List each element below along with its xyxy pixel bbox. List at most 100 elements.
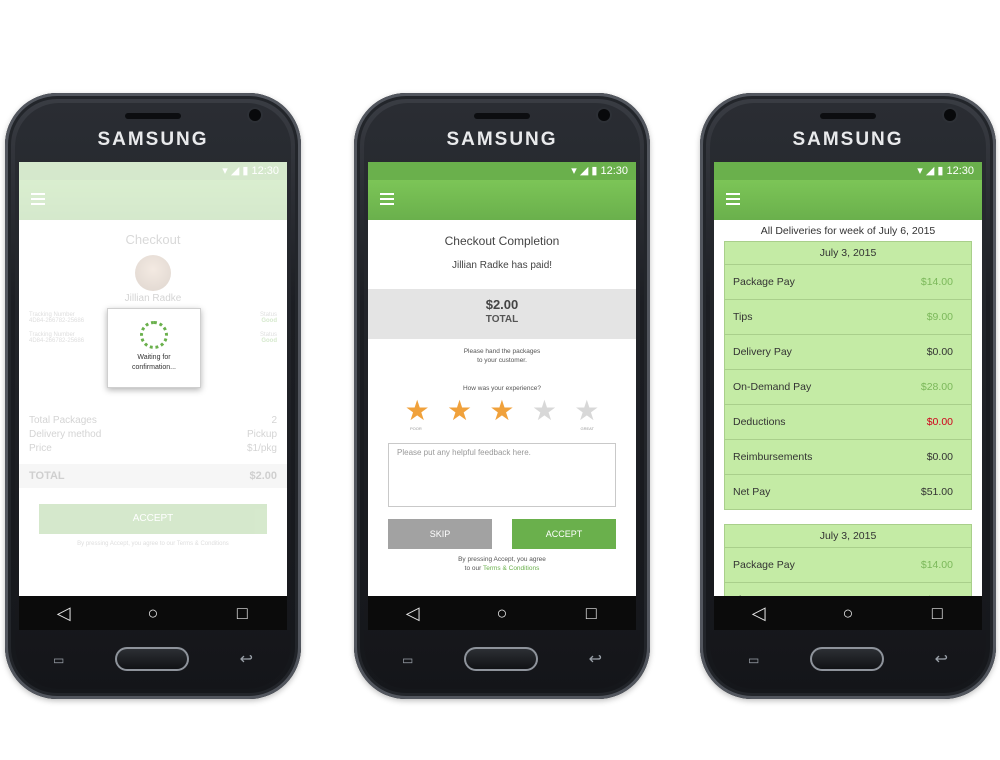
pay-row: Tips $9.00 (725, 300, 971, 335)
pay-label: Deductions (733, 416, 786, 428)
speaker-grille (820, 113, 876, 119)
hardware-home-button[interactable] (115, 647, 189, 671)
hardware-back-icon[interactable]: ↩ (589, 649, 602, 669)
summary-value: Pickup (246, 429, 277, 440)
front-camera (598, 109, 610, 121)
pay-value: $0.00 (926, 416, 953, 428)
waiting-text-line1: Waiting for (137, 354, 171, 361)
front-camera (944, 109, 956, 121)
pay-label: Tips (733, 311, 753, 323)
phone-1: SAMSUNG ▾ ◢ ▮ 12:30 Checkout Jillian Rad… (5, 93, 301, 699)
hardware-menu-icon[interactable]: ▭ (402, 653, 422, 667)
back-triangle-icon[interactable]: ◁ (393, 603, 433, 624)
status-bar: ▾ ◢ ▮ 12:30 (368, 162, 636, 180)
hardware-keys: ▭ ↩ (700, 639, 996, 679)
total-label: TOTAL (29, 470, 65, 482)
pay-value: $14.00 (920, 276, 953, 288)
terms-line1: By pressing Accept, you agree (458, 556, 546, 563)
star-high-label: GREAT (580, 426, 594, 431)
status-time: 12:30 (600, 165, 628, 177)
card-date: July 3, 2015 (725, 242, 971, 265)
accept-button[interactable]: ACCEPT (512, 519, 616, 549)
page-title: Checkout (125, 232, 181, 247)
pay-value: $0.00 (926, 451, 953, 463)
recents-square-icon[interactable]: □ (571, 603, 611, 624)
total-row: TOTAL $2.00 (19, 464, 287, 488)
skip-button[interactable]: SKIP (388, 519, 492, 549)
hamburger-menu-icon[interactable] (380, 193, 394, 205)
paid-message: Jillian Radke has paid! (451, 260, 553, 271)
hardware-back-icon[interactable]: ↩ (240, 649, 253, 669)
summary-list: Total Packages 2 Delivery method Pickup Pr… (19, 414, 287, 456)
hardware-keys: ▭ ↩ (5, 639, 301, 679)
star-rating: ★ ★ ★ ★ ★ (368, 396, 636, 426)
back-triangle-icon[interactable]: ◁ (739, 603, 779, 624)
hand-instruction-line2: to your customer. (477, 357, 527, 364)
home-circle-icon[interactable]: ○ (828, 603, 868, 624)
hamburger-menu-icon[interactable] (31, 193, 45, 205)
pay-row: On-Demand Pay $28.00 (725, 370, 971, 405)
hardware-back-icon[interactable]: ↩ (935, 649, 948, 669)
accept-button[interactable]: ACCEPT (39, 504, 267, 534)
summary-label: Delivery method (29, 429, 102, 440)
total-panel: $2.00 TOTAL (368, 289, 636, 339)
star-icon[interactable]: ★ (447, 396, 472, 426)
recents-square-icon[interactable]: □ (222, 603, 262, 624)
summary-value: 2 (271, 415, 277, 426)
delivery-cards: July 3, 2015 Package Pay $14.00 Tips $9.00 De… (714, 241, 982, 618)
total-amount: $2.00 (485, 297, 519, 312)
pay-row: Delivery Pay $0.00 (725, 335, 971, 370)
terms-link[interactable]: Terms & Conditions (483, 565, 539, 572)
phone-2: SAMSUNG ▾ ◢ ▮ 12:30 Checkout Completion … (354, 93, 650, 699)
hardware-home-button[interactable] (464, 647, 538, 671)
status-bar: ▾ ◢ ▮ 12:30 (19, 162, 287, 180)
brand-logo: SAMSUNG (792, 129, 904, 150)
front-camera (249, 109, 261, 121)
star-icon[interactable]: ★ (574, 396, 599, 426)
pay-value: $51.00 (920, 486, 953, 498)
star-icon[interactable]: ★ (489, 396, 514, 426)
home-circle-icon[interactable]: ○ (133, 603, 173, 624)
hand-instruction-line1: Please hand the packages (463, 348, 541, 355)
home-circle-icon[interactable]: ○ (482, 603, 522, 624)
customer-name: Jillian Radke (124, 293, 182, 304)
screen-checkout-completion: ▾ ◢ ▮ 12:30 Checkout Completion Jillian … (368, 162, 636, 630)
android-nav-bar: ◁ ○ □ (368, 596, 636, 630)
pay-row: Package Pay $14.00 (725, 265, 971, 300)
delivery-card[interactable]: July 3, 2015 Package Pay $14.00 Tips $9.00 De… (724, 241, 972, 510)
hardware-home-button[interactable] (810, 647, 884, 671)
summary-row: Total Packages 2 (29, 414, 277, 428)
pay-label: On-Demand Pay (733, 381, 812, 393)
speaker-grille (125, 113, 181, 119)
pay-label: Delivery Pay (733, 346, 792, 358)
back-triangle-icon[interactable]: ◁ (44, 603, 84, 624)
feedback-input[interactable]: Please put any helpful feedback here. (388, 443, 616, 507)
star-low-label: POOR (410, 426, 422, 431)
pay-label: Net Pay (733, 486, 771, 498)
total-label: TOTAL (485, 314, 519, 325)
loading-spinner-icon (140, 321, 168, 349)
brand-logo: SAMSUNG (97, 129, 209, 150)
waiting-text-line2: confirmation... (132, 364, 176, 371)
app-bar (714, 180, 982, 220)
speaker-grille (474, 113, 530, 119)
android-nav-bar: ◁ ○ □ (714, 596, 982, 630)
pay-label: Package Pay (733, 559, 795, 571)
star-icon[interactable]: ★ (532, 396, 557, 426)
app-bar (368, 180, 636, 220)
pay-value: $9.00 (926, 311, 953, 323)
total-value: $2.00 (249, 470, 277, 482)
pay-row: Net Pay $51.00 (725, 475, 971, 509)
tracking-number: 4D84-266782-25686 (29, 338, 85, 344)
hamburger-menu-icon[interactable] (726, 193, 740, 205)
star-icon[interactable]: ★ (405, 396, 430, 426)
recents-square-icon[interactable]: □ (917, 603, 957, 624)
pay-value: $28.00 (920, 381, 953, 393)
terms-text: By pressing Accept, you agree to our Ter… (77, 541, 229, 547)
hardware-menu-icon[interactable]: ▭ (53, 653, 73, 667)
hardware-menu-icon[interactable]: ▭ (748, 653, 768, 667)
summary-label: Total Packages (29, 415, 97, 426)
experience-prompt: How was your experience? (462, 385, 542, 392)
brand-logo: SAMSUNG (446, 129, 558, 150)
status-time: 12:30 (946, 165, 974, 177)
